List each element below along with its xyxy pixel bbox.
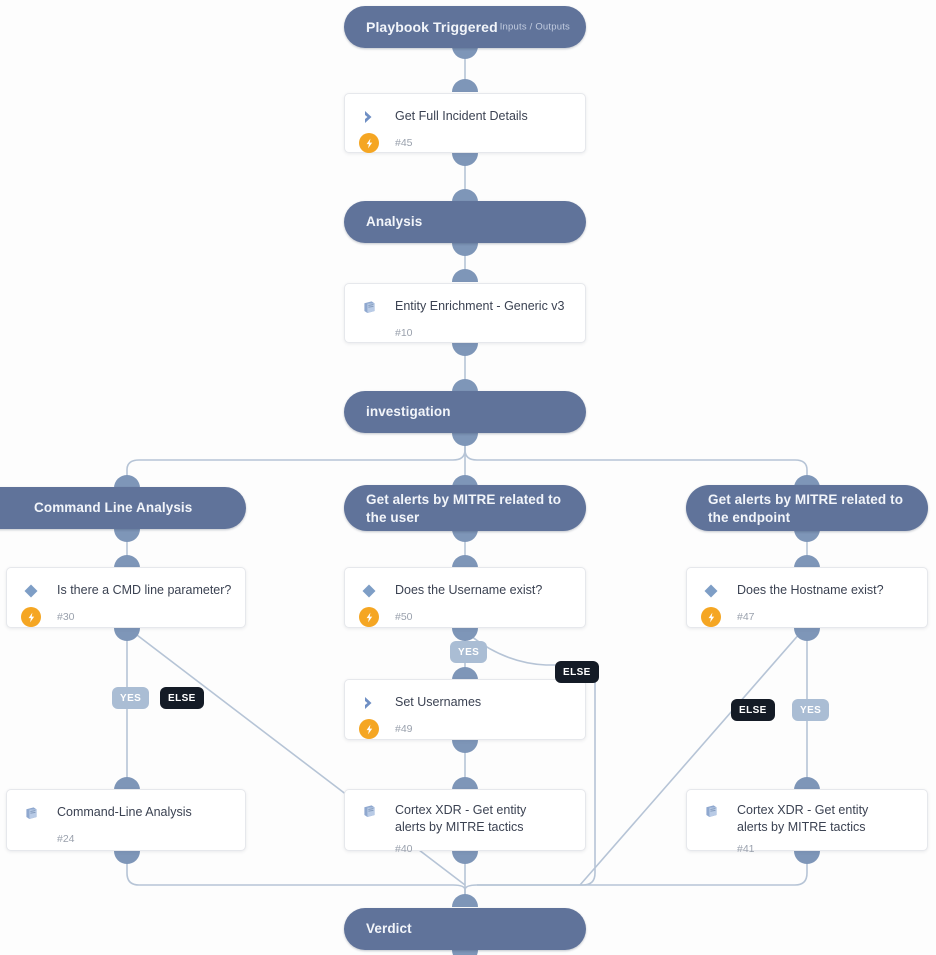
badge-empty bbox=[21, 829, 41, 849]
section-alerts-user[interactable]: Get alerts by MITRE related to the user bbox=[344, 485, 586, 531]
task-number: #49 bbox=[395, 723, 413, 735]
playbook-book-icon bbox=[359, 801, 379, 821]
section-alerts-endpoint[interactable]: Get alerts by MITRE related to the endpo… bbox=[686, 485, 928, 531]
task-number: #10 bbox=[395, 327, 413, 339]
card-header: Cortex XDR - Get entity alerts by MITRE … bbox=[687, 790, 927, 837]
task-number: #47 bbox=[737, 611, 755, 623]
playbook-book-icon bbox=[359, 297, 379, 317]
task-title: Cortex XDR - Get entity alerts by MITRE … bbox=[395, 803, 527, 835]
badge-empty bbox=[359, 839, 379, 859]
task-title: Entity Enrichment - Generic v3 bbox=[395, 299, 565, 313]
branch-label-left-yes[interactable]: YES bbox=[112, 687, 150, 709]
task-title: Is there a CMD line parameter? bbox=[57, 583, 232, 597]
card-footer: #49 bbox=[345, 719, 585, 739]
card-footer: #24 bbox=[7, 829, 245, 849]
branch-label-left-else[interactable]: ELSE bbox=[160, 687, 204, 709]
card-footer: #50 bbox=[345, 607, 585, 627]
card-footer: #47 bbox=[687, 607, 927, 627]
card-header: Cortex XDR - Get entity alerts by MITRE … bbox=[345, 790, 585, 837]
task-title: Cortex XDR - Get entity alerts by MITRE … bbox=[737, 803, 869, 835]
badge-empty bbox=[701, 839, 721, 859]
inputs-outputs-label: Inputs / Outputs bbox=[499, 21, 570, 33]
section-title: investigation bbox=[366, 403, 451, 419]
playbook-canvas[interactable]: Playbook Triggered Inputs / Outputs Get … bbox=[0, 0, 936, 955]
branch-label-right-yes[interactable]: YES bbox=[792, 699, 830, 721]
playbook-book-icon bbox=[21, 803, 41, 823]
lightning-bolt-icon bbox=[359, 607, 379, 627]
lightning-bolt-icon bbox=[359, 133, 379, 153]
section-title: Command Line Analysis bbox=[34, 499, 193, 515]
task-title: Set Usernames bbox=[395, 695, 482, 709]
task-title: Does the Hostname exist? bbox=[737, 583, 884, 597]
section-title: Analysis bbox=[366, 213, 423, 229]
branch-label-mid-else[interactable]: ELSE bbox=[555, 661, 599, 683]
task-card-get-full-incident-details[interactable]: Get Full Incident Details #45 bbox=[344, 93, 586, 153]
card-footer: #30 bbox=[7, 607, 245, 627]
task-card-username-condition[interactable]: Does the Username exist? #50 bbox=[344, 567, 586, 628]
task-card-cortex-xdr-endpoint[interactable]: Cortex XDR - Get entity alerts by MITRE … bbox=[686, 789, 928, 855]
task-card-command-line-analysis[interactable]: Command-Line Analysis #24 bbox=[6, 789, 246, 851]
lightning-bolt-icon bbox=[359, 719, 379, 739]
condition-diamond-icon bbox=[21, 581, 41, 601]
section-title: Verdict bbox=[366, 920, 412, 936]
lightning-bolt-icon bbox=[21, 607, 41, 627]
branch-label-right-else[interactable]: ELSE bbox=[731, 699, 775, 721]
task-card-cortex-xdr-user[interactable]: Cortex XDR - Get entity alerts by MITRE … bbox=[344, 789, 586, 855]
task-title: Command-Line Analysis bbox=[57, 805, 192, 819]
section-command-line-analysis[interactable]: Command Line Analysis bbox=[0, 487, 246, 529]
condition-diamond-icon bbox=[701, 581, 721, 601]
card-header: Entity Enrichment - Generic v3 bbox=[345, 284, 585, 317]
card-header: Set Usernames bbox=[345, 680, 585, 713]
task-card-hostname-condition[interactable]: Does the Hostname exist? #47 bbox=[686, 567, 928, 628]
card-footer: #10 bbox=[345, 323, 585, 343]
badge-empty bbox=[359, 323, 379, 343]
task-number: #45 bbox=[395, 137, 413, 149]
section-investigation[interactable]: investigation bbox=[344, 391, 586, 433]
card-header: Does the Hostname exist? bbox=[687, 568, 927, 601]
task-title: Get Full Incident Details bbox=[395, 109, 528, 123]
node-playbook-triggered[interactable]: Playbook Triggered Inputs / Outputs bbox=[344, 6, 586, 48]
card-header: Is there a CMD line parameter? bbox=[7, 568, 245, 601]
card-footer: #45 bbox=[345, 133, 585, 153]
lightning-bolt-icon bbox=[701, 607, 721, 627]
playbook-book-icon bbox=[701, 801, 721, 821]
card-header: Command-Line Analysis bbox=[7, 790, 245, 823]
card-header: Get Full Incident Details bbox=[345, 94, 585, 127]
task-title: Does the Username exist? bbox=[395, 583, 543, 597]
task-number: #30 bbox=[57, 611, 75, 623]
section-analysis[interactable]: Analysis bbox=[344, 201, 586, 243]
task-card-set-usernames[interactable]: Set Usernames #49 bbox=[344, 679, 586, 740]
task-number: #41 bbox=[737, 842, 755, 855]
task-card-cmd-line-condition[interactable]: Is there a CMD line parameter? #30 bbox=[6, 567, 246, 628]
task-number: #24 bbox=[57, 833, 75, 845]
section-verdict[interactable]: Verdict bbox=[344, 908, 586, 950]
branch-label-mid-yes[interactable]: YES bbox=[450, 641, 488, 663]
chevron-right-icon bbox=[359, 693, 379, 713]
chevron-right-icon bbox=[359, 107, 379, 127]
condition-diamond-icon bbox=[359, 581, 379, 601]
card-footer: #41 bbox=[687, 839, 927, 859]
section-title: Get alerts by MITRE related to the endpo… bbox=[708, 491, 904, 525]
card-footer: #40 bbox=[345, 839, 585, 859]
card-header: Does the Username exist? bbox=[345, 568, 585, 601]
section-title: Get alerts by MITRE related to the user bbox=[366, 491, 562, 525]
node-title: Playbook Triggered bbox=[366, 18, 498, 35]
task-number: #50 bbox=[395, 611, 413, 623]
task-number: #40 bbox=[395, 842, 413, 855]
task-card-entity-enrichment[interactable]: Entity Enrichment - Generic v3 #10 bbox=[344, 283, 586, 343]
